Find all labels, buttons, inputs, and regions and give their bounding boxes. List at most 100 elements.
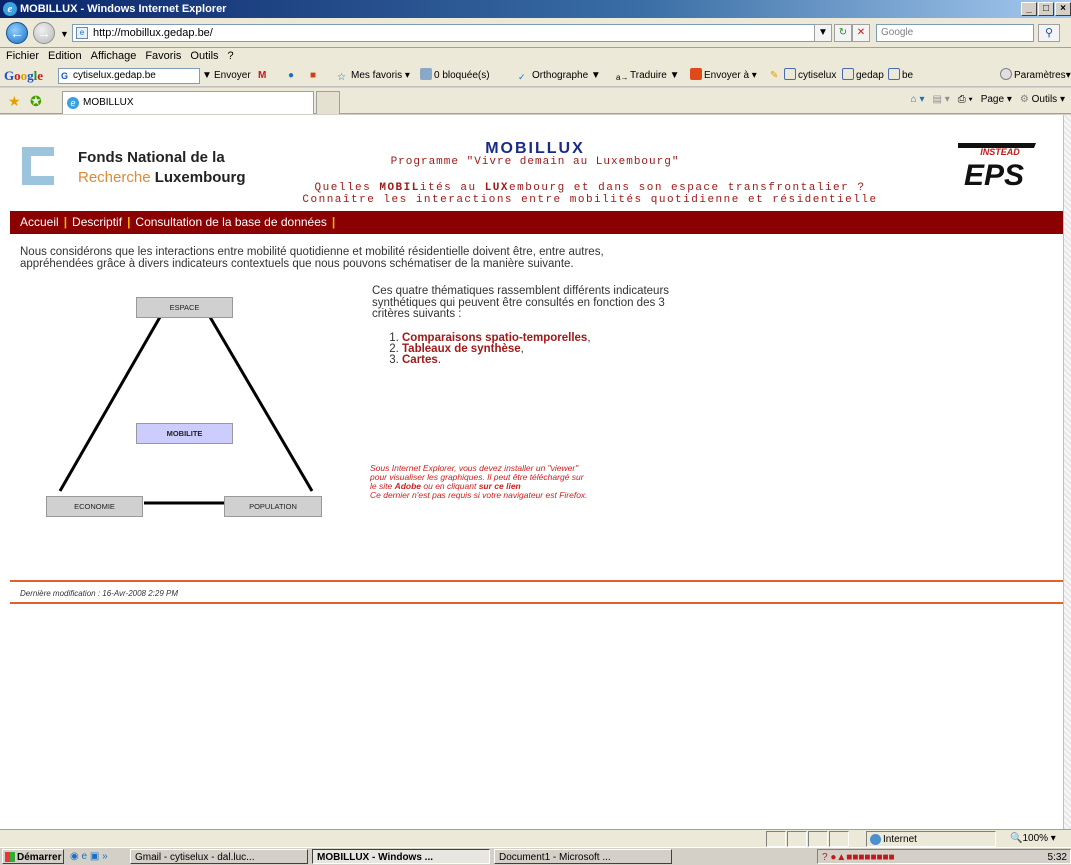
- menu-outils[interactable]: Outils: [190, 48, 218, 65]
- status-cell: [829, 831, 849, 847]
- task-mobillux[interactable]: MOBILLUX - Windows ...: [312, 849, 490, 864]
- status-cell: [787, 831, 807, 847]
- close-button[interactable]: ×: [1055, 2, 1071, 16]
- new-tab-button[interactable]: [316, 91, 340, 114]
- footer-rule-bottom: [10, 602, 1063, 604]
- nav-consultation[interactable]: Consultation de la base de données: [135, 215, 326, 229]
- orthographe-button[interactable]: ✓ Orthographe ▼: [518, 65, 601, 86]
- favorites-star-icon[interactable]: ★: [8, 93, 21, 110]
- start-button[interactable]: Démarrer: [2, 849, 64, 864]
- send-icon: [690, 68, 702, 80]
- search-input[interactable]: Google: [876, 24, 1034, 42]
- menu-favoris[interactable]: Favoris: [145, 48, 181, 65]
- popup-blocker-button[interactable]: 0 bloquée(s): [420, 65, 490, 86]
- box-mobilite: MOBILITE: [136, 423, 233, 444]
- menu-affichage[interactable]: Affichage: [91, 48, 137, 65]
- box-economie: ECONOMIE: [46, 496, 143, 517]
- gmail-icon[interactable]: M: [258, 65, 266, 86]
- app-icon[interactable]: ■: [310, 65, 316, 86]
- history-dropdown-icon[interactable]: ▼: [60, 29, 69, 39]
- envoyer-a-button[interactable]: Envoyer à ▾: [690, 65, 757, 86]
- criteria-intro: Ces quatre thématiques rassemblent diffé…: [372, 285, 670, 320]
- traduire-button[interactable]: a→ Traduire ▼: [616, 65, 680, 86]
- quicklaunch-icons[interactable]: ◉ e ▣ »: [70, 849, 108, 864]
- page-viewport: Fonds National de la Recherche Luxembour…: [0, 115, 1063, 829]
- feeds-icon[interactable]: ▤ ▾: [932, 94, 949, 105]
- criteria-link[interactable]: Cartes: [402, 354, 438, 366]
- parametres-button[interactable]: Paramètres▾: [1000, 65, 1071, 86]
- status-bar: Internet 🔍100% ▾: [0, 829, 1071, 847]
- search-icon: [842, 68, 854, 80]
- page-icon: e: [76, 27, 88, 39]
- ceps-instead-logo: INSTEAD EPS: [958, 143, 1036, 189]
- nav-descriptif[interactable]: Descriptif: [72, 215, 122, 229]
- print-icon[interactable]: ⎙ ▾: [958, 94, 973, 105]
- tab-mobillux[interactable]: e MOBILLUX: [62, 91, 314, 114]
- menu-edition[interactable]: Edition: [48, 48, 82, 65]
- bookmark-gedap[interactable]: gedap: [842, 65, 884, 86]
- url-dropdown-icon[interactable]: ▼: [814, 24, 832, 42]
- svg-text:INSTEAD: INSTEAD: [980, 147, 1020, 157]
- tagline-objective: Connaître les interactions entre mobilit…: [302, 194, 878, 206]
- criteria-section: Ces quatre thématiques rassemblent diffé…: [372, 285, 702, 366]
- search-go-icon[interactable]: ⚲: [1038, 24, 1060, 42]
- browser-window: e MOBILLUX - Windows Internet Explorer _…: [0, 0, 1071, 864]
- address-bar: ← → ▼ e http://mobillux.gedap.be/ ▼ ↻ ✕ …: [0, 18, 1071, 48]
- site-subtitle: Programme "Vivre demain au Luxembourg": [390, 156, 680, 168]
- menu-bar: Fichier Edition Affichage Favoris Outils…: [0, 48, 1071, 65]
- vertical-scrollbar[interactable]: [1063, 115, 1071, 829]
- globe-icon: [870, 834, 881, 845]
- search-icon: [888, 68, 900, 80]
- nav-accueil[interactable]: Accueil: [20, 215, 59, 229]
- back-button[interactable]: ←: [6, 22, 28, 44]
- menu-help[interactable]: ?: [228, 48, 234, 65]
- google-logo[interactable]: Google: [4, 65, 43, 86]
- home-icon[interactable]: ⌂ ▾: [911, 94, 925, 105]
- bookmark-cytiselux[interactable]: cytiselux: [784, 65, 836, 86]
- task-document1[interactable]: Document1 - Microsoft ...: [494, 849, 672, 864]
- minimize-button[interactable]: _: [1021, 2, 1037, 16]
- page-menu[interactable]: Page ▾: [981, 94, 1012, 105]
- settings-icon: [1000, 68, 1012, 80]
- tray-icons[interactable]: ? ●▲■■■■■■■■: [822, 852, 895, 863]
- task-gmail[interactable]: Gmail - cytiselux - dal.luc...: [130, 849, 308, 864]
- main-nav: Accueil | Descriptif | Consultation de la ba…: [10, 211, 1063, 234]
- tab-bar: ★ ✪ e MOBILLUX ⌂ ▾ ▤ ▾ ⎙ ▾ Page ▾ ⚙ Outi…: [0, 88, 1071, 114]
- command-bar: ⌂ ▾ ▤ ▾ ⎙ ▾ Page ▾ ⚙ Outils ▾: [911, 94, 1065, 105]
- google-envoyer-button[interactable]: Envoyer: [214, 65, 251, 86]
- security-zone[interactable]: Internet: [866, 831, 996, 847]
- refresh-icon[interactable]: ↻: [834, 24, 852, 42]
- clock: 5:32: [1047, 852, 1067, 863]
- google-search-input[interactable]: G cytiselux.gedap.be: [58, 68, 200, 84]
- status-cell: [808, 831, 828, 847]
- gear-icon: ⚙: [1019, 94, 1029, 105]
- google-toolbar: Google G cytiselux.gedap.be ▼ Envoyer M …: [0, 65, 1071, 87]
- window-title: MOBILLUX - Windows Internet Explorer: [20, 3, 227, 15]
- popup-blocker-icon: [420, 68, 432, 80]
- box-espace: ESPACE: [136, 297, 233, 318]
- outils-menu[interactable]: ⚙ Outils ▾: [1020, 94, 1065, 105]
- indicators-diagram: ESPACE MOBILITE ECONOMIE POPULATION: [40, 295, 330, 525]
- highlight-icon[interactable]: ✎: [770, 65, 778, 86]
- box-population: POPULATION: [224, 496, 322, 517]
- viewer-note: Sous Internet Explorer, vous devez insta…: [370, 463, 588, 500]
- news-icon[interactable]: ●: [288, 65, 294, 86]
- windows-taskbar: Démarrer ◉ e ▣ » Gmail - cytiselux - dal…: [0, 847, 1071, 864]
- stop-icon[interactable]: ✕: [852, 24, 870, 42]
- google-search-dropdown-icon[interactable]: ▼: [202, 65, 212, 86]
- forward-button[interactable]: →: [33, 22, 55, 44]
- zoom-control[interactable]: 🔍100% ▾: [1006, 831, 1066, 847]
- menu-fichier[interactable]: Fichier: [6, 48, 39, 65]
- search-icon: [784, 68, 796, 80]
- maximize-button[interactable]: □: [1038, 2, 1054, 16]
- status-cell: [766, 831, 786, 847]
- bookmark-be[interactable]: be: [888, 65, 913, 86]
- star-icon: ☆: [337, 72, 346, 83]
- add-favorite-icon[interactable]: ✪: [30, 93, 42, 110]
- mes-favoris-button[interactable]: ☆ Mes favoris ▾: [337, 65, 410, 86]
- tagline-question: Quelles MOBILités au LUXembourg et dans …: [314, 182, 866, 194]
- ie-logo-icon: e: [3, 2, 17, 16]
- windows-flag-icon: [5, 852, 15, 862]
- url-input[interactable]: e http://mobillux.gedap.be/: [72, 24, 822, 42]
- fnr-logo-bracket-icon: [22, 147, 54, 185]
